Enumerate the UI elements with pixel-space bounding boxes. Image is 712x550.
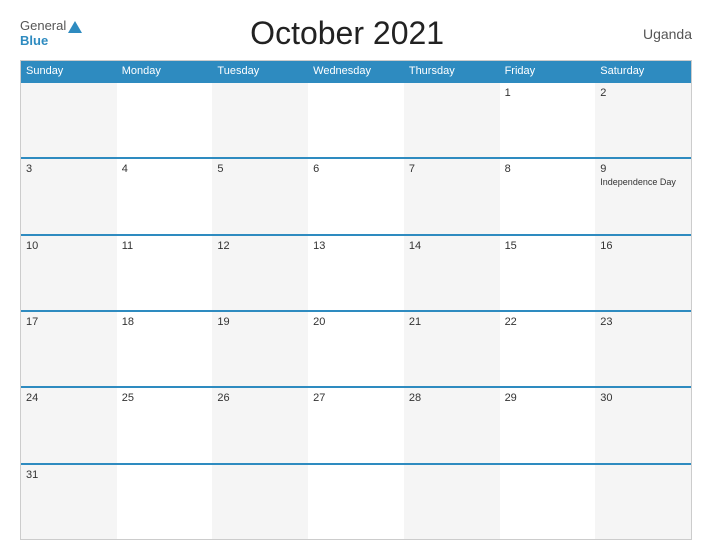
day-cell: 21 xyxy=(404,312,500,386)
day-number: 7 xyxy=(409,163,495,175)
day-number: 3 xyxy=(26,163,112,175)
day-cell xyxy=(212,465,308,539)
day-header-saturday: Saturday xyxy=(595,61,691,81)
day-cell xyxy=(500,465,596,539)
calendar-container: General Blue October 2021 Uganda SundayM… xyxy=(0,0,712,550)
day-number: 15 xyxy=(505,240,591,252)
day-cell: 2 xyxy=(595,83,691,157)
day-number: 29 xyxy=(505,392,591,404)
day-cell xyxy=(404,465,500,539)
day-number: 1 xyxy=(505,87,591,99)
day-number: 13 xyxy=(313,240,399,252)
day-header-monday: Monday xyxy=(117,61,213,81)
day-cell: 8 xyxy=(500,159,596,233)
day-event: Independence Day xyxy=(600,177,686,188)
day-cell xyxy=(308,83,404,157)
day-cell: 22 xyxy=(500,312,596,386)
day-number: 16 xyxy=(600,240,686,252)
calendar-grid: SundayMondayTuesdayWednesdayThursdayFrid… xyxy=(20,60,692,540)
day-cell: 5 xyxy=(212,159,308,233)
day-number: 17 xyxy=(26,316,112,328)
day-number: 5 xyxy=(217,163,303,175)
day-number: 23 xyxy=(600,316,686,328)
day-header-wednesday: Wednesday xyxy=(308,61,404,81)
day-cell: 16 xyxy=(595,236,691,310)
calendar-title: October 2021 xyxy=(82,15,612,52)
day-number: 4 xyxy=(122,163,208,175)
day-header-friday: Friday xyxy=(500,61,596,81)
day-cell: 17 xyxy=(21,312,117,386)
day-number: 11 xyxy=(122,240,208,252)
day-number: 9 xyxy=(600,163,686,175)
week-row-6: 31 xyxy=(21,463,691,539)
day-cell: 13 xyxy=(308,236,404,310)
day-cell: 6 xyxy=(308,159,404,233)
day-cell: 12 xyxy=(212,236,308,310)
day-number: 22 xyxy=(505,316,591,328)
day-header-thursday: Thursday xyxy=(404,61,500,81)
day-cell: 23 xyxy=(595,312,691,386)
day-cell xyxy=(595,465,691,539)
days-header: SundayMondayTuesdayWednesdayThursdayFrid… xyxy=(21,61,691,81)
day-cell: 25 xyxy=(117,388,213,462)
day-cell xyxy=(117,465,213,539)
day-cell xyxy=(212,83,308,157)
logo-general-text: General xyxy=(20,19,66,33)
day-number: 24 xyxy=(26,392,112,404)
country-name: Uganda xyxy=(612,26,692,42)
day-cell: 1 xyxy=(500,83,596,157)
day-cell: 3 xyxy=(21,159,117,233)
day-number: 20 xyxy=(313,316,399,328)
day-header-sunday: Sunday xyxy=(21,61,117,81)
day-cell: 11 xyxy=(117,236,213,310)
day-number: 18 xyxy=(122,316,208,328)
day-number: 8 xyxy=(505,163,591,175)
day-number: 26 xyxy=(217,392,303,404)
day-number: 28 xyxy=(409,392,495,404)
day-cell: 20 xyxy=(308,312,404,386)
day-cell: 29 xyxy=(500,388,596,462)
day-cell xyxy=(117,83,213,157)
day-number: 30 xyxy=(600,392,686,404)
day-cell xyxy=(404,83,500,157)
day-cell: 15 xyxy=(500,236,596,310)
day-number: 6 xyxy=(313,163,399,175)
day-cell: 30 xyxy=(595,388,691,462)
logo-triangle-icon xyxy=(68,21,82,33)
day-number: 19 xyxy=(217,316,303,328)
day-cell: 10 xyxy=(21,236,117,310)
day-header-tuesday: Tuesday xyxy=(212,61,308,81)
logo: General Blue xyxy=(20,19,82,48)
day-cell: 19 xyxy=(212,312,308,386)
day-cell: 24 xyxy=(21,388,117,462)
day-number: 10 xyxy=(26,240,112,252)
day-cell: 26 xyxy=(212,388,308,462)
day-cell: 31 xyxy=(21,465,117,539)
week-row-2: 3456789 Independence Day xyxy=(21,157,691,233)
day-number: 31 xyxy=(26,469,112,481)
week-row-3: 10 11 12 13 14 15 16 xyxy=(21,234,691,310)
week-row-1: 12 xyxy=(21,81,691,157)
day-number: 14 xyxy=(409,240,495,252)
logo-blue-text: Blue xyxy=(20,34,48,48)
week-row-5: 24 25 26 27 28 29 30 xyxy=(21,386,691,462)
day-cell: 14 xyxy=(404,236,500,310)
day-number: 21 xyxy=(409,316,495,328)
day-number: 25 xyxy=(122,392,208,404)
day-cell: 28 xyxy=(404,388,500,462)
week-row-4: 17 18 19 20 21 22 23 xyxy=(21,310,691,386)
day-cell xyxy=(21,83,117,157)
day-cell: 18 xyxy=(117,312,213,386)
day-number: 12 xyxy=(217,240,303,252)
day-cell xyxy=(308,465,404,539)
weeks-container: 123456789Independence Day101112131415161… xyxy=(21,81,691,539)
day-cell: 27 xyxy=(308,388,404,462)
day-cell: 4 xyxy=(117,159,213,233)
day-number: 2 xyxy=(600,87,686,99)
day-cell: 9 Independence Day xyxy=(595,159,691,233)
day-cell: 7 xyxy=(404,159,500,233)
header-row: General Blue October 2021 Uganda xyxy=(20,15,692,52)
day-number: 27 xyxy=(313,392,399,404)
